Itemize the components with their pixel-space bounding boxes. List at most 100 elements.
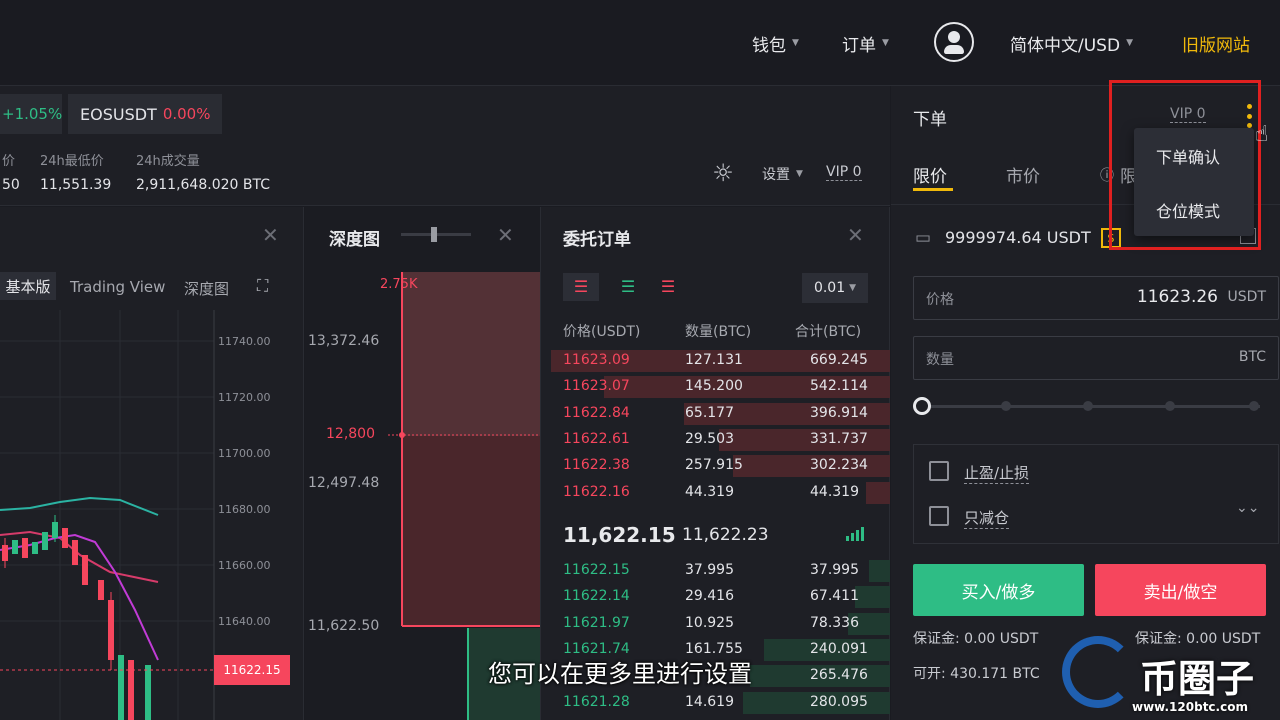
close-icon[interactable]: ✕ [497, 223, 514, 247]
price-cell: 11621.97 [563, 614, 630, 631]
ask-row[interactable]: 11622.84 65.177 396.914 [541, 401, 890, 427]
cursor-hand-icon: ☝ [1255, 122, 1269, 147]
depth-y-label: 11,622.50 [308, 618, 380, 634]
depth-y-label: 12,497.48 [308, 475, 380, 491]
bid-row[interactable]: 11622.14 29.416 67.411 [541, 584, 890, 610]
chevron-down-icon: ▼ [1126, 38, 1133, 48]
reduce-only-checkbox[interactable] [929, 506, 949, 526]
depth-bar [865, 481, 890, 504]
theme-sun-icon[interactable]: ☼ [710, 160, 736, 186]
ticker-chip-eosusdt[interactable]: EOSUSDT 0.00% [68, 94, 222, 134]
orders-label: 订单 [842, 35, 876, 56]
total-cell: 44.319 [810, 483, 859, 500]
buy-long-button[interactable]: 买入/做多 [913, 564, 1084, 616]
col-header-total: 合计(BTC) [795, 324, 862, 340]
price-field-value: 11623.26 [1136, 287, 1218, 307]
chevron-down-icon: ▼ [849, 283, 857, 293]
price-cell: 11622.61 [563, 430, 630, 447]
reduce-only-label: 只减仓 [964, 509, 1010, 529]
close-icon[interactable]: ✕ [262, 223, 279, 247]
available-buy: 可开: 430.171 BTC [913, 666, 1040, 682]
ticker-change: +1.05% [2, 105, 63, 123]
precision-select[interactable]: 0.01 ▼ [802, 273, 868, 303]
ticker-chip[interactable]: +1.05% [0, 94, 62, 134]
col-header-price: 价格(USDT) [563, 324, 641, 340]
sell-short-button[interactable]: 卖出/做空 [1095, 564, 1266, 616]
ask-row[interactable]: 11622.16 44.319 44.319 [541, 480, 890, 506]
current-price-tag: 11622.15 [214, 655, 290, 685]
ask-row[interactable]: 11623.07 145.200 542.114 [541, 374, 890, 400]
expand-icon[interactable]: ⌄⌄ [1236, 500, 1259, 516]
y-tick: 11720.00 [218, 391, 271, 404]
bid-row[interactable]: 11622.15 37.995 37.995 [541, 558, 890, 584]
tp-sl-checkbox[interactable] [929, 461, 949, 481]
candles [2, 515, 151, 720]
view-both-icon[interactable]: ☰ [563, 273, 599, 301]
total-cell: 302.234 [810, 457, 868, 474]
price-field[interactable]: 价格 11623.26 USDT [913, 276, 1279, 320]
vip-level[interactable]: VIP 0 [826, 164, 862, 181]
balance-value: 9999974.64 USDT [945, 228, 1091, 247]
price-field-unit: USDT [1227, 289, 1266, 305]
price-cell: 11622.14 [563, 588, 630, 605]
slider-step[interactable] [1165, 401, 1175, 411]
bid-row[interactable]: 11621.28 14.619 280.095 [541, 690, 890, 716]
depth-zoom-slider[interactable] [401, 227, 471, 242]
price-cell: 11621.28 [563, 693, 630, 710]
price-field-label: 价格 [926, 292, 954, 308]
quantity-field[interactable]: 数量 BTC [913, 336, 1279, 380]
view-bids-icon[interactable]: ☰ [613, 273, 643, 301]
qty-cell: 29.503 [685, 430, 734, 447]
tab-limit[interactable]: 限价 [913, 162, 947, 187]
price-cell: 11623.07 [563, 378, 630, 395]
wallet-menu[interactable]: 钱包 ▼ [752, 30, 799, 56]
y-tick: 11680.00 [218, 503, 271, 516]
user-avatar-icon[interactable] [934, 22, 974, 62]
view-asks-icon[interactable]: ☰ [653, 273, 683, 301]
settings-label: 设置 [762, 167, 790, 183]
stat-label-low: 24h最低价 [40, 154, 104, 169]
slider-step[interactable] [1001, 401, 1011, 411]
tab-basic[interactable]: 基本版 [0, 272, 56, 300]
margin-sell: 保证金: 0.00 USDT [1135, 631, 1261, 647]
price-cell: 11622.15 [563, 562, 630, 578]
bid-row[interactable]: 11621.97 10.925 78.336 [541, 611, 890, 637]
order-form-title: 下单 [913, 110, 947, 130]
legacy-site-link[interactable]: 旧版网站 [1182, 30, 1250, 56]
tab-depth[interactable]: 深度图 [184, 278, 229, 299]
quantity-field-unit: BTC [1238, 349, 1266, 365]
watermark-brand: 币圈子 [1140, 657, 1255, 701]
tab-tradingview[interactable]: Trading View [70, 278, 165, 296]
price-cell: 11622.38 [563, 457, 630, 474]
tab-limit-underline [913, 188, 953, 191]
language-menu[interactable]: 简体中文/USD ▼ [1010, 30, 1133, 56]
stat-value-low: 11,551.39 [40, 177, 112, 193]
mark-price: 11,622.23 [682, 525, 769, 545]
total-cell: 280.095 [810, 693, 868, 710]
tab-market[interactable]: 市价 [1006, 162, 1040, 187]
price-cell: 11622.16 [563, 483, 630, 500]
slider-step[interactable] [1249, 401, 1259, 411]
orders-menu[interactable]: 订单 ▼ [842, 30, 889, 56]
top-bar: 钱包 ▼ 订单 ▼ 简体中文/USD ▼ 旧版网站 [0, 0, 1280, 86]
price-cell: 11622.84 [563, 404, 630, 421]
slider-step[interactable] [1083, 401, 1093, 411]
ask-row[interactable]: 11622.61 29.503 331.737 [541, 427, 890, 453]
advanced-options-box [913, 444, 1279, 544]
settings-menu[interactable]: 设置 ▼ [762, 164, 803, 184]
qty-cell: 257.915 [685, 457, 743, 474]
total-cell: 669.245 [810, 352, 868, 368]
stat-value-volume: 2,911,648.020 BTC [136, 177, 270, 193]
ask-row[interactable]: 11623.09 127.131 669.245 [541, 348, 890, 374]
depth-bar [869, 560, 890, 582]
fullscreen-icon[interactable]: ⛶ [257, 276, 277, 296]
close-icon[interactable]: ✕ [847, 223, 864, 247]
signal-icon [846, 525, 868, 541]
slider-handle[interactable] [913, 397, 931, 415]
orderbook-panel: 委托订单 ✕ ☰ ☰ ☰ 0.01 ▼ 价格(USDT) 数量(BTC) 合计(B… [541, 207, 890, 720]
last-price: 11,622.15 [563, 523, 676, 547]
qty-cell: 10.925 [685, 614, 734, 631]
ask-row[interactable]: 11622.38 257.915 302.234 [541, 453, 890, 479]
y-tick: 11740.00 [218, 335, 271, 348]
qty-cell: 127.131 [685, 352, 743, 368]
